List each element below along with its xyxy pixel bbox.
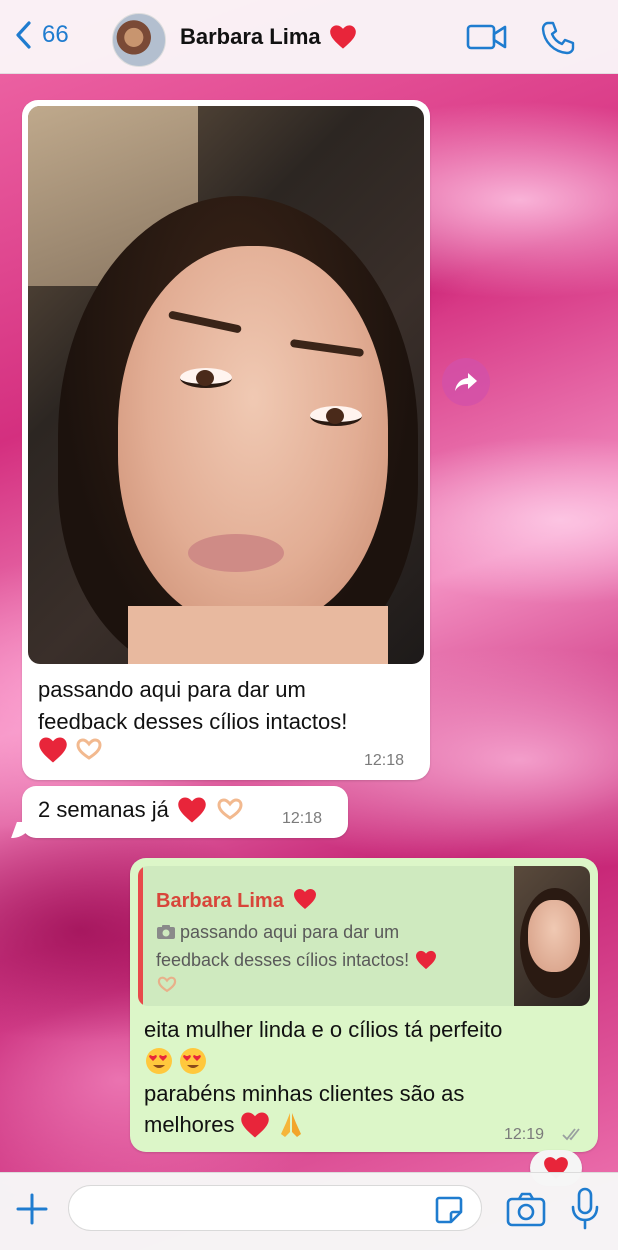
heart-icon	[329, 25, 356, 49]
message-composer	[0, 1172, 618, 1250]
message-caption-line: feedback desses cílios intactos!	[38, 709, 348, 734]
heart-icon	[241, 1112, 270, 1138]
heart-icon	[178, 797, 206, 823]
forward-icon	[455, 373, 477, 391]
video-call-icon[interactable]	[466, 22, 508, 52]
camera-icon[interactable]	[506, 1191, 546, 1227]
incoming-text-message[interactable]: 2 semanas já 12:18	[22, 786, 348, 838]
quoted-message[interactable]: Barbara Lima passando aqui para dar um f…	[138, 866, 590, 1006]
quote-text-line: feedback desses cílios intactos!	[156, 950, 410, 970]
quote-text-line: passando aqui para dar um	[180, 922, 400, 942]
microphone-icon[interactable]	[570, 1187, 600, 1231]
message-text: 2 semanas já	[38, 797, 169, 822]
forward-button[interactable]	[442, 358, 490, 406]
incoming-image-message[interactable]: passando aqui para dar um feedback desse…	[22, 100, 430, 780]
message-text-line: parabéns minhas clientes são as	[144, 1081, 465, 1106]
heart-hands-icon	[217, 798, 243, 820]
quote-thumbnail	[514, 866, 590, 1006]
avatar[interactable]	[112, 13, 166, 67]
double-check-icon	[562, 1128, 580, 1141]
quote-text: passando aqui para dar um feedback desse…	[156, 918, 496, 1002]
message-time: 12:19	[504, 1126, 545, 1143]
outgoing-reply-message[interactable]: Barbara Lima passando aqui para dar um f…	[130, 858, 598, 1152]
contact-title[interactable]: Barbara Lima	[180, 24, 357, 50]
camera-icon	[157, 925, 175, 939]
message-text-line: melhores	[144, 1112, 235, 1137]
message-time: 12:18	[282, 810, 323, 827]
back-button[interactable]: 66	[14, 20, 69, 50]
quote-accent-bar	[138, 866, 143, 1006]
unread-count: 66	[42, 21, 69, 48]
message-caption-line: passando aqui para dar um	[38, 677, 306, 702]
message-photo[interactable]	[28, 106, 424, 664]
heart-hands-icon	[76, 738, 102, 760]
contact-name: Barbara Lima	[180, 24, 321, 49]
heart-eyes-icon	[146, 1048, 172, 1074]
plus-icon[interactable]	[14, 1191, 50, 1227]
chat-header: 66 Barbara Lima	[0, 0, 618, 74]
phone-icon[interactable]	[540, 20, 576, 56]
heart-eyes-icon	[180, 1048, 206, 1074]
quote-author-name: Barbara Lima	[156, 890, 284, 912]
heart-icon	[416, 950, 437, 970]
sticker-icon[interactable]	[434, 1195, 464, 1225]
heart-icon	[39, 737, 67, 763]
heart-icon	[294, 889, 317, 909]
message-time: 12:18	[364, 752, 405, 769]
message-input[interactable]	[68, 1185, 482, 1231]
praying-hands-icon	[281, 1113, 302, 1137]
chevron-left-icon	[16, 21, 31, 49]
quote-author: Barbara Lima	[156, 888, 317, 913]
heart-hands-icon	[157, 976, 177, 993]
message-text-line: eita mulher linda e o cílios tá perfeito	[144, 1017, 503, 1042]
